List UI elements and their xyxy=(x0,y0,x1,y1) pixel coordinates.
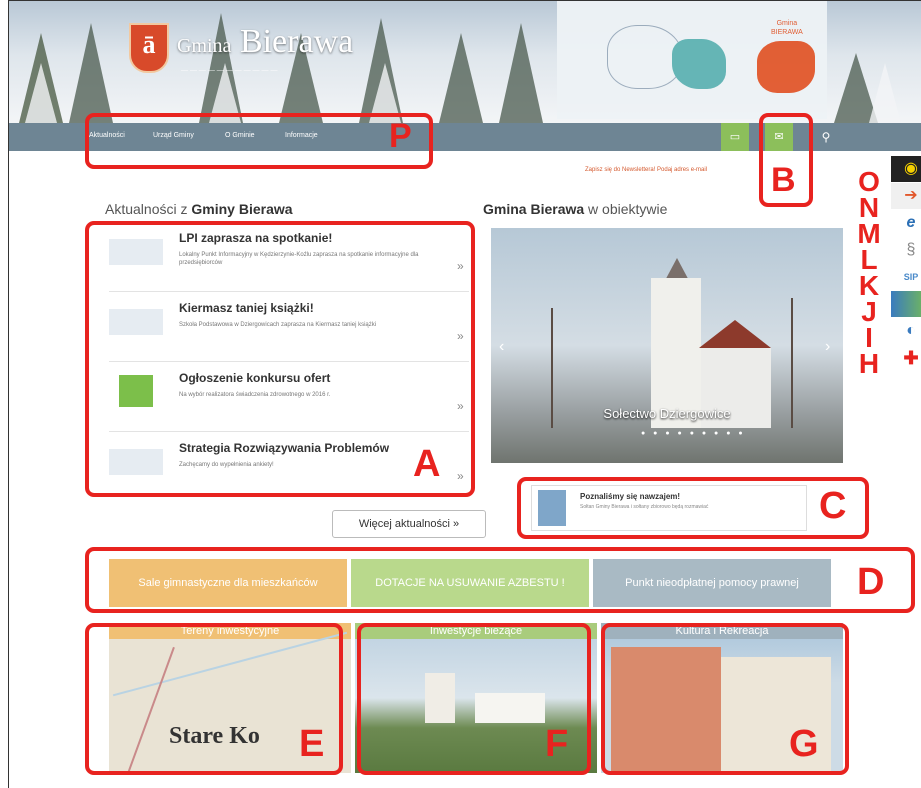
annotation-box-d xyxy=(85,547,915,613)
annotation-side-letters: O N M L K J I H xyxy=(851,168,887,379)
map-region-bierawa xyxy=(757,41,815,93)
more-news-button[interactable]: Więcej aktualności » xyxy=(332,510,486,538)
news-heading: Aktualności z Gminy Bierawa xyxy=(105,201,293,217)
paragraph-icon[interactable]: § xyxy=(891,237,921,263)
tree-shape xyxy=(439,33,483,123)
e-icon[interactable]: e xyxy=(891,210,921,236)
tree-shape xyxy=(499,23,543,123)
brand-name: Bierawa xyxy=(239,23,354,60)
monitor-icon[interactable]: ▭ xyxy=(721,123,749,151)
gallery-heading-bold: Gmina Bierawa xyxy=(483,201,585,217)
page-frame: ā Gmina Bierawa — — — — — — — — — — — Gm… xyxy=(8,0,921,788)
annotation-box-c xyxy=(517,477,869,539)
church-roof xyxy=(699,320,771,348)
annotation-letter-p: P xyxy=(389,117,412,155)
annotation-letter-f: F xyxy=(545,723,569,765)
brand-prefix: Gmina xyxy=(177,35,232,57)
news-heading-prefix: Aktualności z xyxy=(105,201,188,217)
brand-tagline: — — — — — — — — — — — xyxy=(181,67,278,74)
region-map: Gmina BIERAWA xyxy=(557,1,827,119)
annotation-letter-e: E xyxy=(299,723,325,765)
person-icon[interactable]: ◐ xyxy=(891,318,921,344)
bar-icon[interactable] xyxy=(891,291,921,317)
map-label: Gmina BIERAWA xyxy=(771,20,803,36)
cross-icon[interactable]: ✚ xyxy=(891,345,921,371)
gallery-heading-suffix: w obiektywie xyxy=(588,201,668,217)
eye-icon[interactable]: ◉ xyxy=(891,156,921,182)
gallery-heading: Gmina Bierawa w obiektywie xyxy=(483,201,667,217)
annotation-letter-c: C xyxy=(819,485,847,527)
chevron-left-icon[interactable]: ‹ xyxy=(499,338,504,356)
annotation-box-p xyxy=(85,113,433,169)
arrow-icon[interactable]: ➔ xyxy=(891,183,921,209)
sip-icon[interactable]: SIP xyxy=(891,264,921,290)
newsletter-link[interactable]: Zapisz się do Newslettera! Podaj adres e… xyxy=(585,167,707,173)
tree-shape xyxy=(69,23,113,123)
annotation-letter-d: D xyxy=(857,561,885,603)
news-heading-bold: Gminy Bierawa xyxy=(191,201,293,217)
coat-of-arms-icon[interactable]: ā xyxy=(129,23,169,73)
annotation-letter-h: H xyxy=(858,348,880,379)
annotation-letter-g: G xyxy=(789,723,819,765)
map-region-green xyxy=(672,39,726,89)
gallery-slider[interactable]: ‹ › Sołectwo Dziergowice ● ● ● ● ● ● ● ●… xyxy=(491,228,843,463)
site-logo[interactable]: Gmina Bierawa xyxy=(177,23,353,61)
search-icon[interactable]: ⚲ xyxy=(812,123,840,151)
annotation-letter-b: B xyxy=(771,161,796,199)
side-icon-bar: ◉ ➔ e § SIP ◐ ✚ xyxy=(891,156,921,372)
chevron-right-icon[interactable]: › xyxy=(825,338,830,356)
slider-dots[interactable]: ● ● ● ● ● ● ● ● ● xyxy=(641,430,746,437)
tree-snow xyxy=(25,63,57,123)
gallery-caption: Sołectwo Dziergowice xyxy=(603,406,731,421)
tree-snow xyxy=(869,63,901,123)
annotation-letter-a: A xyxy=(413,443,441,485)
header-banner: ā Gmina Bierawa — — — — — — — — — — — Gm… xyxy=(9,1,921,123)
